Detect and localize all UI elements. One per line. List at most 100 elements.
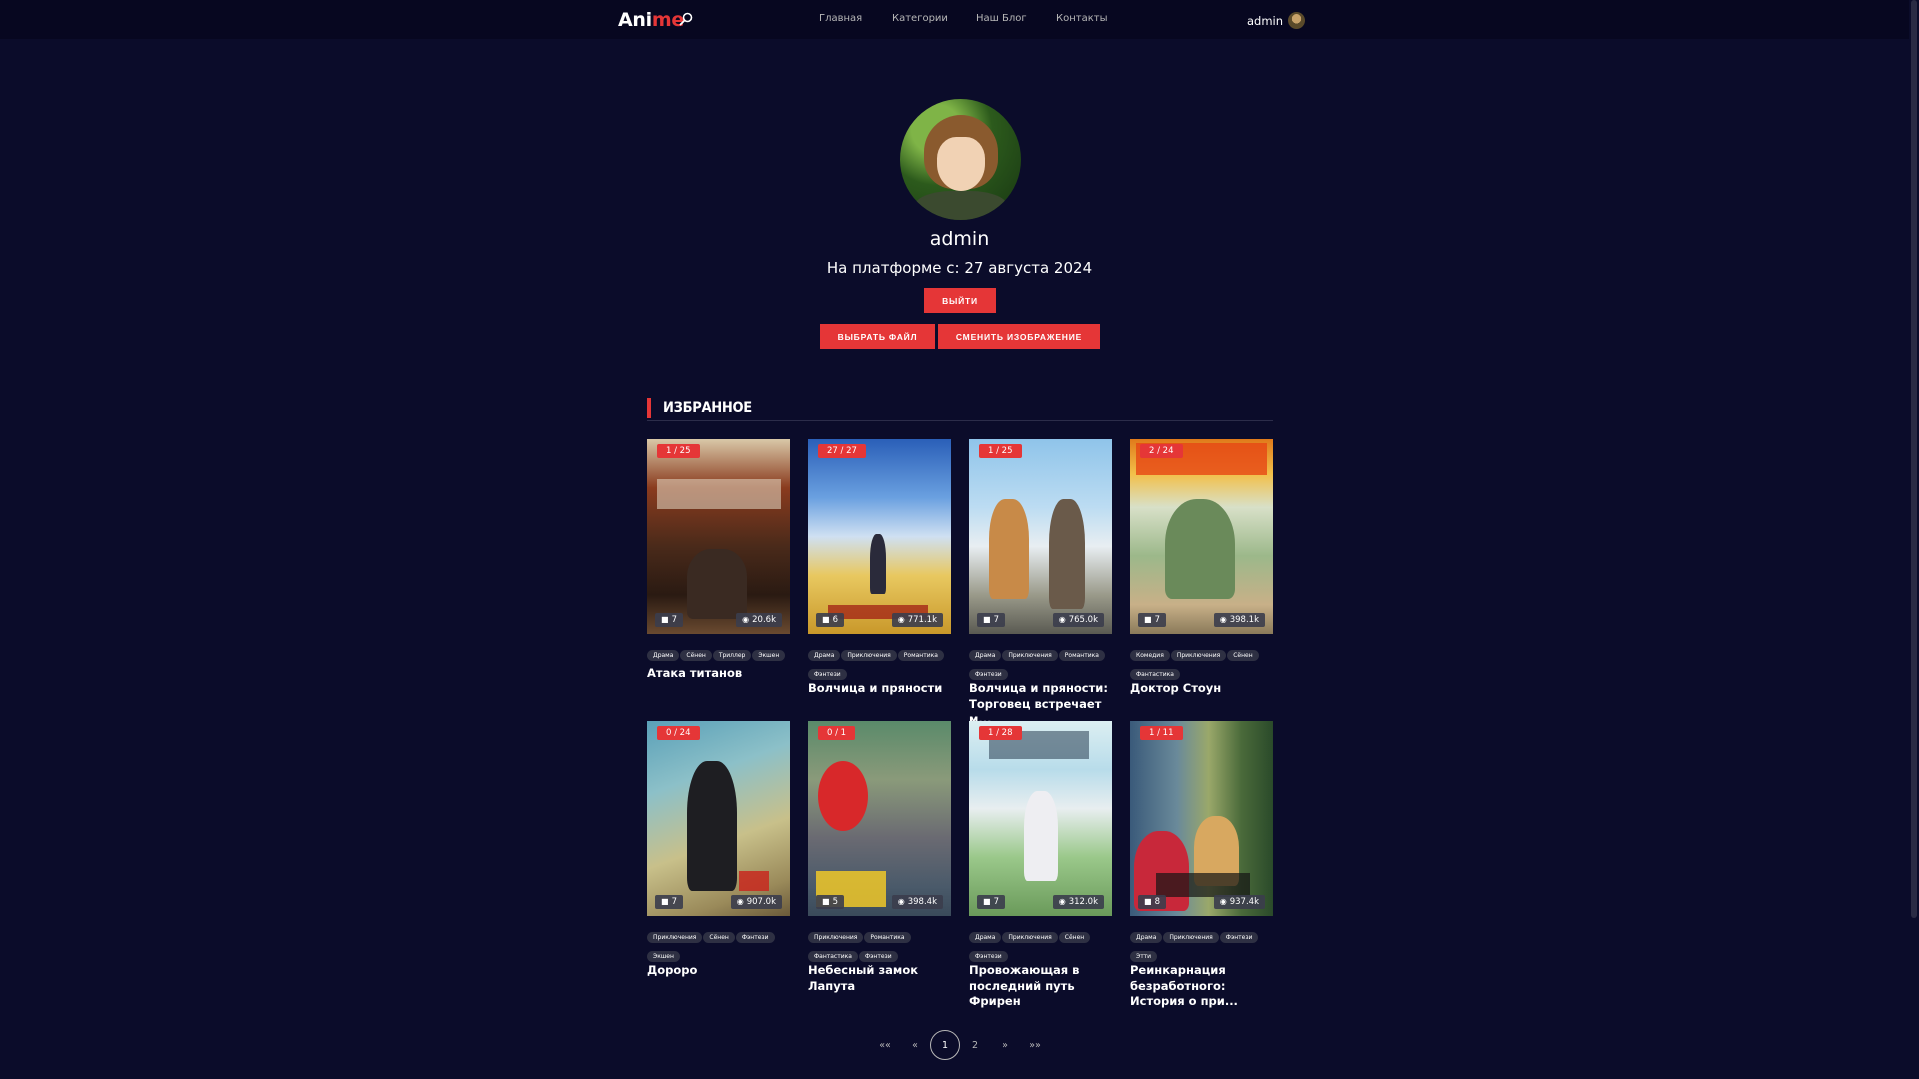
comment-icon: ■ xyxy=(822,897,830,906)
comments-badge: ■ 6 xyxy=(816,613,844,627)
genre-tag[interactable]: Приключения xyxy=(1163,932,1219,943)
eye-icon: ◉ xyxy=(897,615,905,624)
profile-joined-date: На платформе с: 27 августа 2024 xyxy=(826,259,1093,277)
anime-poster[interactable]: 1 / 28 ■ 7 ◉ 312.0k xyxy=(969,721,1112,916)
genre-tag[interactable]: Триллер xyxy=(712,650,752,661)
pagination-page-2[interactable]: 2 xyxy=(964,1030,986,1060)
genre-tag[interactable]: Этти xyxy=(1130,951,1158,962)
logout-button[interactable]: ВЫЙТИ xyxy=(924,288,996,313)
anime-title[interactable]: Реинкарнация безработного: История о при… xyxy=(1130,963,1274,1010)
nav-item-blog[interactable]: Наш Блог xyxy=(976,13,1027,24)
comment-icon: ■ xyxy=(1144,615,1152,624)
views-count: 937.4k xyxy=(1229,897,1259,907)
poster-title-art xyxy=(739,871,769,891)
comments-badge: ■ 8 xyxy=(1138,895,1166,909)
genre-tag[interactable]: Приключения xyxy=(841,650,897,661)
genre-tag[interactable]: Фэнтези xyxy=(969,951,1008,962)
genre-tag[interactable]: Сёнен xyxy=(1058,932,1091,943)
genre-tag[interactable]: Приключения xyxy=(1002,932,1058,943)
genre-tag[interactable]: Приключения xyxy=(808,932,864,943)
genre-tag[interactable]: Комедия xyxy=(1130,650,1170,661)
logo-part1: Ani xyxy=(618,9,652,31)
search-icon[interactable] xyxy=(679,12,693,26)
pagination-page-1[interactable]: 1 xyxy=(930,1030,960,1060)
genre-tag[interactable]: Экшен xyxy=(752,650,786,661)
anime-title[interactable]: Дороро xyxy=(647,963,791,979)
eye-icon: ◉ xyxy=(742,615,750,624)
genre-tag[interactable]: Драма xyxy=(808,650,841,661)
anime-poster[interactable]: 1 / 25 ■ 7 ◉ 20.6k xyxy=(647,439,790,634)
pagination-prev[interactable]: « xyxy=(904,1030,926,1060)
poster-character xyxy=(1024,791,1058,881)
genre-tag[interactable]: Фантастика xyxy=(808,951,858,962)
genre-tag[interactable]: Сёнен xyxy=(1227,650,1259,661)
genre-tag[interactable]: Экшен xyxy=(647,951,680,962)
genre-tag[interactable]: Драма xyxy=(647,650,680,661)
poster-title-art xyxy=(1156,873,1250,897)
genre-tag[interactable]: Драма xyxy=(969,650,1002,661)
anime-poster[interactable]: 0 / 1 ■ 5 ◉ 398.4k xyxy=(808,721,951,916)
anime-poster[interactable]: 1 / 25 ■ 7 ◉ 765.0k xyxy=(969,439,1112,634)
pagination-first[interactable]: «« xyxy=(874,1030,896,1060)
episode-badge: 1 / 11 xyxy=(1140,726,1183,740)
anime-title[interactable]: Провожающая в последний путь Фрирен xyxy=(969,963,1113,1010)
views-badge: ◉ 398.4k xyxy=(891,895,943,909)
header-username: admin xyxy=(1247,13,1284,28)
comments-badge: ■ 7 xyxy=(977,613,1005,627)
site-logo[interactable]: Anime xyxy=(618,9,684,31)
eye-icon: ◉ xyxy=(1058,897,1066,906)
anime-poster[interactable]: 0 / 24 ■ 7 ◉ 907.0k xyxy=(647,721,790,916)
user-menu[interactable]: admin xyxy=(1247,12,1306,29)
genre-tag[interactable]: Сёнен xyxy=(703,932,735,943)
anime-title[interactable]: Атака титанов xyxy=(647,666,791,682)
genre-tag[interactable]: Приключения xyxy=(1170,650,1227,661)
genre-tag[interactable]: Фантастика xyxy=(1130,669,1180,680)
views-badge: ◉ 20.6k xyxy=(736,613,782,627)
comments-badge: ■ 7 xyxy=(655,895,683,909)
poster-character xyxy=(818,761,868,831)
anime-title[interactable]: Небесный замок Лапута xyxy=(808,963,952,994)
pagination: «« « 1 2 » »» xyxy=(0,1030,1919,1060)
anime-poster[interactable]: 27 / 27 ■ 6 ◉ 771.1k xyxy=(808,439,951,634)
genre-tag[interactable]: Фэнтези xyxy=(1219,932,1259,943)
genre-tag[interactable]: Драма xyxy=(1130,932,1163,943)
comments-count: 7 xyxy=(1154,615,1160,625)
genre-tag[interactable]: Фэнтези xyxy=(858,951,898,962)
views-count: 398.1k xyxy=(1229,615,1259,625)
episode-badge: 27 / 27 xyxy=(818,444,866,458)
comment-icon: ■ xyxy=(983,615,991,624)
change-image-button[interactable]: СМЕНИТЬ ИЗОБРАЖЕНИЕ xyxy=(938,324,1100,349)
nav-item-contacts[interactable]: Контакты xyxy=(1056,13,1107,24)
poster-character xyxy=(1165,499,1235,599)
pagination-next[interactable]: » xyxy=(994,1030,1016,1060)
genre-tag[interactable]: Романтика xyxy=(897,650,944,661)
eye-icon: ◉ xyxy=(736,897,744,906)
genre-tag[interactable]: Сёнен xyxy=(680,650,712,661)
choose-file-button[interactable]: ВЫБРАТЬ ФАЙЛ xyxy=(820,324,935,349)
scrollbar[interactable] xyxy=(1909,0,1919,1079)
views-count: 20.6k xyxy=(752,615,776,625)
scrollbar-thumb[interactable] xyxy=(1911,0,1917,918)
poster-title-art xyxy=(657,479,781,509)
nav-item-categories[interactable]: Категории xyxy=(892,13,948,24)
pagination-last[interactable]: »» xyxy=(1024,1030,1046,1060)
eye-icon: ◉ xyxy=(1058,615,1066,624)
anime-title[interactable]: Доктор Стоун xyxy=(1130,681,1274,697)
genre-tag[interactable]: Фэнтези xyxy=(969,669,1008,680)
section-divider xyxy=(647,420,1273,421)
genre-tag[interactable]: Романтика xyxy=(864,932,911,943)
views-badge: ◉ 312.0k xyxy=(1052,895,1104,909)
anime-poster[interactable]: 2 / 24 ■ 7 ◉ 398.1k xyxy=(1130,439,1273,634)
genre-tag[interactable]: Фэнтези xyxy=(808,669,847,680)
views-badge: ◉ 771.1k xyxy=(891,613,943,627)
genre-tag[interactable]: Приключения xyxy=(647,932,703,943)
nav-item-home[interactable]: Главная xyxy=(819,13,862,24)
genre-tag[interactable]: Драма xyxy=(969,932,1002,943)
episode-badge: 1 / 28 xyxy=(979,726,1022,740)
genre-tag[interactable]: Приключения xyxy=(1002,650,1058,661)
comment-icon: ■ xyxy=(661,615,669,624)
anime-title[interactable]: Волчица и пряности xyxy=(808,681,952,697)
genre-tag[interactable]: Романтика xyxy=(1058,650,1105,661)
genre-tag[interactable]: Фэнтези xyxy=(735,932,775,943)
anime-poster[interactable]: 1 / 11 ■ 8 ◉ 937.4k xyxy=(1130,721,1273,916)
